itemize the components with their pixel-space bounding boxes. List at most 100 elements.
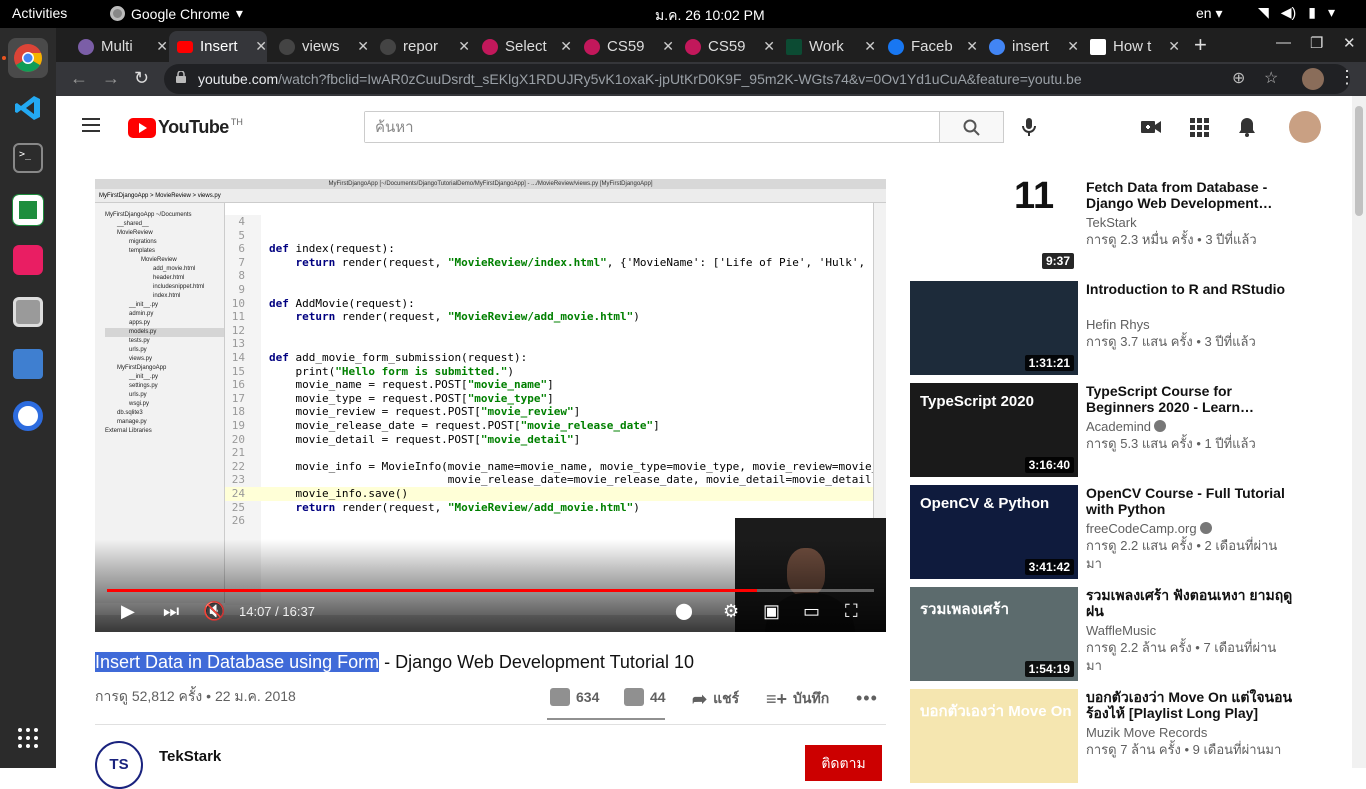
maximize-button[interactable]: ❐ [1310, 34, 1323, 52]
close-icon[interactable]: ✕ [255, 38, 267, 55]
browser-tab-active[interactable]: Insert ✕ [169, 31, 267, 62]
bookmark-star-icon[interactable]: ☆ [1264, 68, 1278, 88]
close-icon[interactable]: ✕ [1168, 38, 1180, 55]
recommendation-title[interactable]: TypeScript Course for Beginners 2020 - L… [1086, 383, 1296, 415]
dock-screenshot[interactable] [8, 240, 48, 280]
dock-chrome[interactable] [8, 38, 48, 78]
hamburger-menu-icon[interactable] [82, 118, 100, 132]
close-icon[interactable]: ✕ [966, 38, 978, 55]
notifications-bell-icon[interactable] [1236, 116, 1258, 138]
share-button[interactable]: ➦ แชร์ [692, 688, 739, 710]
recommendation-channel[interactable]: Muzik Move Records [1086, 725, 1207, 740]
browser-tab[interactable]: CS59 ✕ [576, 31, 674, 62]
video-thumbnail[interactable]: TypeScript 2020 3:16:40 [910, 383, 1078, 477]
browser-tab[interactable]: How t ✕ [1082, 31, 1180, 62]
miniplayer-icon[interactable]: ▣ [763, 601, 780, 622]
reload-button[interactable]: ↻ [134, 68, 149, 89]
next-icon[interactable]: ⏭ [163, 601, 179, 622]
recommendation-channel[interactable]: freeCodeCamp.org [1086, 521, 1212, 536]
account-avatar[interactable] [1289, 111, 1321, 143]
back-button[interactable]: ← [70, 68, 88, 89]
dislike-button[interactable]: 44 [624, 688, 666, 706]
video-thumbnail[interactable]: บอกตัวเองว่า Move On [910, 689, 1078, 783]
dock-files[interactable] [8, 292, 48, 332]
subscribe-button[interactable]: ติดตาม [805, 745, 882, 781]
recommendation-item[interactable]: 1:31:21 Introduction to R and RStudio Hefi… [910, 281, 1310, 375]
like-button[interactable]: 634 [550, 688, 599, 706]
browser-tab[interactable]: views ✕ [271, 31, 369, 62]
autoplay-toggle-icon[interactable]: ⬤ [675, 601, 693, 621]
close-icon[interactable]: ✕ [458, 38, 470, 55]
channel-name[interactable]: TekStark [159, 748, 221, 765]
youtube-logo[interactable]: YouTube TH [128, 117, 243, 138]
system-tray[interactable]: ◥ ◀) ▮ ▾ [1258, 4, 1335, 21]
fullscreen-icon[interactable]: ⛶ [845, 601, 858, 622]
browser-tab[interactable]: insert ✕ [981, 31, 1079, 62]
browser-tab[interactable]: Faceb ✕ [880, 31, 978, 62]
address-bar[interactable]: youtube.com/watch?fbclid=IwAR0zCuuDsrdt_… [164, 64, 1350, 94]
clock[interactable]: ม.ค. 26 10:02 PM [655, 5, 765, 27]
recommendation-item[interactable]: บอกตัวเองว่า Move On บอกตัวเองว่า Move On… [910, 689, 1310, 783]
browser-tab[interactable]: CS59 ✕ [677, 31, 775, 62]
menu-dots-icon[interactable]: ⋮ [1338, 67, 1356, 88]
channel-avatar[interactable]: TS [95, 741, 143, 789]
recommendation-title[interactable]: Fetch Data from Database - Django Web De… [1086, 179, 1296, 211]
browser-tab[interactable]: Select ✕ [474, 31, 572, 62]
video-player[interactable]: MyFirstDjangoApp [~/Documents/DjangoTuto… [95, 179, 886, 632]
dock-software[interactable] [8, 344, 48, 384]
dock-spreadsheet[interactable] [8, 190, 48, 230]
recommendation-channel[interactable]: TekStark [1086, 215, 1137, 230]
profile-avatar[interactable] [1302, 68, 1324, 90]
video-thumbnail[interactable]: รวมเพลงเศร้า 1:54:19 [910, 587, 1078, 681]
video-thumbnail[interactable]: OpenCV & Python 3:41:42 [910, 485, 1078, 579]
dock-terminal[interactable]: >_ [8, 138, 48, 178]
scrollbar-thumb[interactable] [1355, 106, 1363, 216]
page-scrollbar[interactable] [1352, 96, 1366, 768]
show-applications-button[interactable] [8, 718, 48, 758]
recommendation-item[interactable]: 11 9:37 Fetch Data from Database - Django … [910, 179, 1310, 273]
close-icon[interactable]: ✕ [560, 38, 572, 55]
close-window-button[interactable]: ✕ [1343, 34, 1356, 52]
dock-app[interactable] [8, 396, 48, 436]
close-icon[interactable]: ✕ [1067, 38, 1079, 55]
recommendation-item[interactable]: TypeScript 2020 3:16:40 TypeScript Course … [910, 383, 1310, 477]
add-icon[interactable]: ⊕ [1232, 68, 1245, 88]
recommendation-channel[interactable]: Academind [1086, 419, 1167, 434]
dock-vscode[interactable] [8, 88, 48, 128]
play-icon[interactable]: ▶ [121, 601, 135, 622]
save-button[interactable]: ≡+ บันทึก [766, 688, 829, 710]
close-icon[interactable]: ✕ [357, 38, 369, 55]
progress-bar[interactable] [107, 589, 874, 592]
mute-icon[interactable]: 🔇 [203, 601, 225, 622]
forward-button[interactable]: → [102, 68, 120, 89]
search-input[interactable] [365, 112, 939, 142]
browser-tab[interactable]: Work ✕ [778, 31, 876, 62]
recommendation-title[interactable]: บอกตัวเองว่า Move On แต่ใจนอนร้องไห้ [Pl… [1086, 689, 1296, 721]
recommendation-item[interactable]: รวมเพลงเศร้า 1:54:19 รวมเพลงเศร้า ฟังตอนเห… [910, 587, 1310, 681]
video-thumbnail[interactable]: 1:31:21 [910, 281, 1078, 375]
activities-button[interactable]: Activities [12, 5, 67, 21]
browser-tab[interactable]: Multi ✕ [70, 31, 168, 62]
apps-grid-icon[interactable] [1188, 116, 1210, 138]
microphone-icon[interactable] [1018, 116, 1040, 138]
recommendation-title[interactable]: Introduction to R and RStudio [1086, 281, 1296, 297]
close-icon[interactable]: ✕ [864, 38, 876, 55]
close-icon[interactable]: ✕ [156, 38, 168, 55]
close-icon[interactable]: ✕ [662, 38, 674, 55]
recommendation-item[interactable]: OpenCV & Python 3:41:42 OpenCV Course - Fu… [910, 485, 1310, 579]
new-tab-button[interactable]: + [1194, 32, 1207, 58]
search-button[interactable] [940, 111, 1004, 143]
video-thumbnail[interactable]: 11 9:37 [910, 179, 1078, 273]
app-menu[interactable]: Google Chrome ▾ [110, 5, 243, 22]
more-actions-icon[interactable]: ••• [856, 688, 878, 709]
language-indicator[interactable]: en ▾ [1196, 5, 1223, 22]
recommendation-title[interactable]: รวมเพลงเศร้า ฟังตอนเหงา ยามฤดูฝน [1086, 587, 1296, 619]
theater-mode-icon[interactable]: ▭ [803, 601, 820, 622]
create-video-icon[interactable] [1140, 116, 1162, 138]
browser-tab[interactable]: repor ✕ [372, 31, 470, 62]
recommendation-channel[interactable]: WaffleMusic [1086, 623, 1156, 638]
close-icon[interactable]: ✕ [763, 38, 775, 55]
minimize-button[interactable]: — [1276, 34, 1291, 51]
recommendation-title[interactable]: OpenCV Course - Full Tutorial with Pytho… [1086, 485, 1296, 517]
settings-gear-icon[interactable]: ⚙ [723, 601, 739, 622]
